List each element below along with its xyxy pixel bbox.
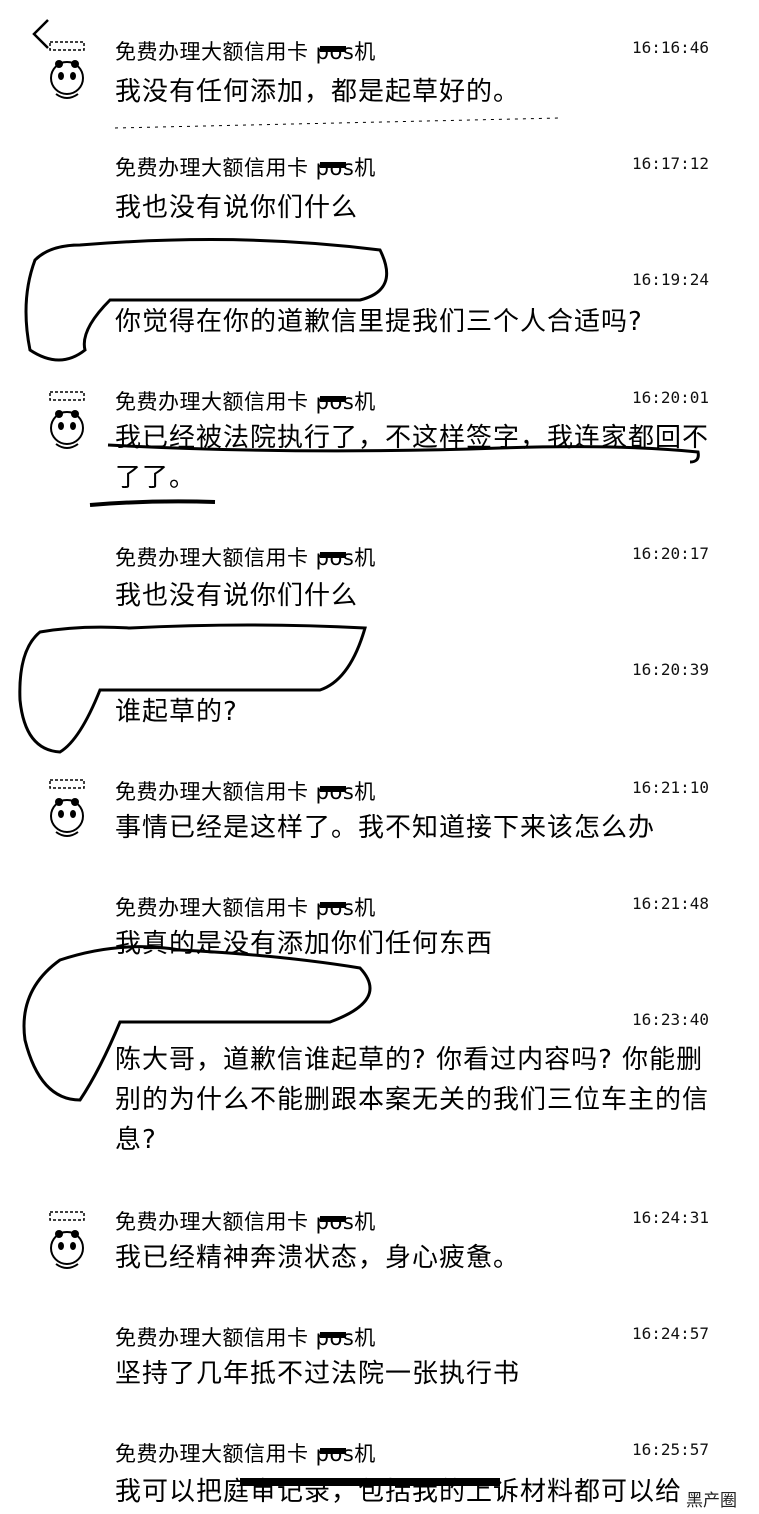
message-time: 16:24:31 (631, 1208, 709, 1227)
message-time: 16:20:39 (631, 660, 709, 679)
message-text: 我也没有说你们什么 (115, 193, 359, 223)
underline-scribble (89, 499, 216, 507)
sender-name: 免费办理大额信用卡 pos机 (115, 156, 376, 180)
message-time: 16:19:24 (631, 270, 709, 289)
watermark: 黑产圈 (686, 1491, 737, 1511)
message-time: 16:16:46 (631, 38, 709, 57)
message-text: 我已经精神奔溃状态，身心疲惫。 (115, 1243, 521, 1273)
sender-name: 免费办理大额信用卡 pos机 (115, 780, 376, 804)
message-text: 坚持了几年抵不过法院一张执行书 (115, 1359, 521, 1389)
message-text: 陈大哥，道歉信谁起草的? 你看过内容吗? 你能删别的为什么不能删跟本案无关的我们… (115, 1045, 710, 1155)
sender-name: 免费办理大额信用卡 pos机 (115, 896, 376, 920)
message-text: 谁起草的? (115, 697, 238, 727)
redaction-scribble (18, 623, 367, 754)
sender-name: 免费办理大额信用卡 pos机 (115, 1442, 376, 1466)
message-time: 16:20:17 (631, 544, 709, 563)
sender-name: 免费办理大额信用卡 pos机 (115, 390, 376, 414)
message-time: 16:25:57 (631, 1440, 709, 1459)
sender-name: 免费办理大额信用卡 pos机 (115, 40, 376, 64)
message-time: 16:17:12 (631, 154, 709, 173)
message-text: 事情已经是这样了。我不知道接下来该怎么办 (115, 813, 656, 843)
message-text: 我没有任何添加，都是起草好的。 (115, 77, 521, 107)
message-time: 16:21:10 (631, 778, 709, 797)
message-time: 16:24:57 (631, 1324, 709, 1343)
panda-avatar-icon[interactable] (44, 38, 90, 108)
blurred-line (114, 117, 561, 129)
sender-name: 免费办理大额信用卡 pos机 (115, 1210, 376, 1234)
message-text: 我可以把庭审记录，包括我的上诉材料都可以给 (115, 1477, 683, 1507)
message-time: 16:20:01 (631, 388, 709, 407)
message-text: 我已经被法院执行了，不这样签字，我连家都回不了了。 (115, 423, 710, 493)
message-text: 你觉得在你的道歉信里提我们三个人合适吗? (115, 307, 643, 337)
sender-name: 免费办理大额信用卡 pos机 (115, 546, 376, 570)
panda-avatar-icon[interactable] (44, 1208, 90, 1278)
sender-name: 免费办理大额信用卡 pos机 (115, 1326, 376, 1350)
message-text: 我也没有说你们什么 (115, 581, 359, 611)
panda-avatar-icon[interactable] (44, 776, 90, 846)
message-time: 16:21:48 (631, 894, 709, 913)
panda-avatar-icon[interactable] (44, 388, 90, 458)
message-time: 16:23:40 (631, 1010, 709, 1029)
message-text: 我真的是没有添加你们任何东西 (115, 929, 494, 959)
